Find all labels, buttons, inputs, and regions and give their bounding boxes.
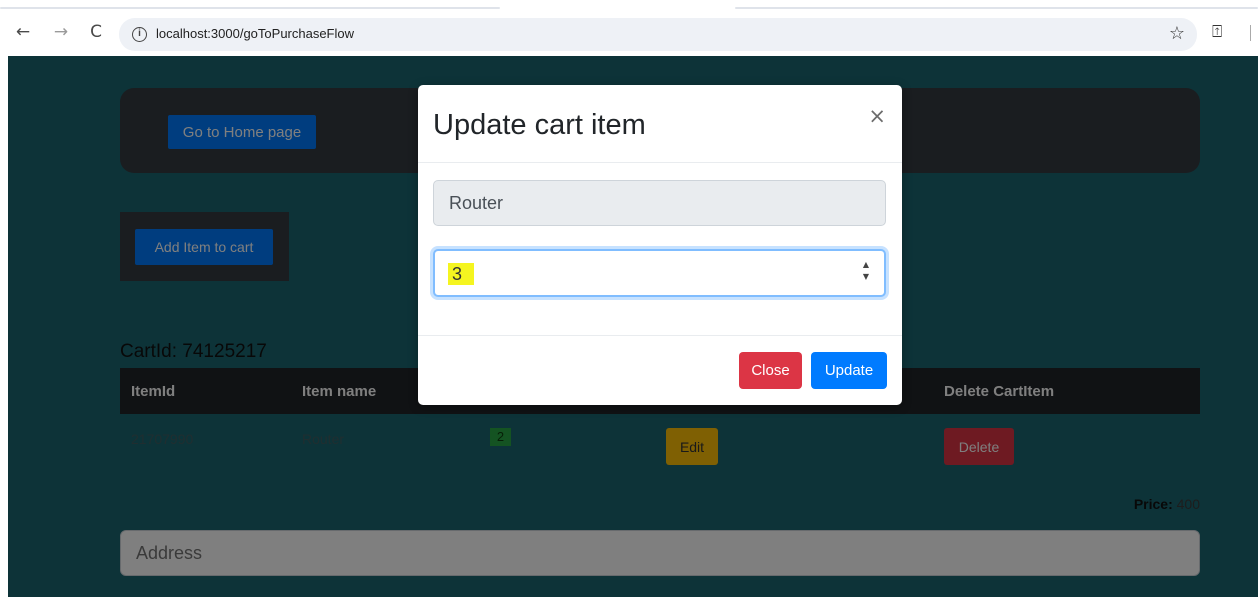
modal-title: Update cart item: [433, 109, 646, 141]
stepper-up-icon[interactable]: ▲: [861, 259, 871, 271]
browser-toolbar: ← → C i localhost:3000/goToPurchaseFlow …: [0, 0, 1258, 56]
tab-strip-edge: [0, 7, 500, 9]
update-cart-item-modal: Update cart item × Router 3 ▲ ▼ Close Up…: [418, 85, 902, 405]
item-name-readonly-field: Router: [433, 180, 886, 226]
modal-header: Update cart item ×: [418, 85, 902, 163]
address-bar[interactable]: i localhost:3000/goToPurchaseFlow ☆: [119, 18, 1197, 51]
modal-close-icon[interactable]: ×: [868, 104, 886, 128]
url-text[interactable]: localhost:3000/goToPurchaseFlow: [156, 26, 354, 41]
extensions-icon[interactable]: ⍐: [1212, 22, 1222, 42]
bookmark-star-icon[interactable]: ☆: [1169, 23, 1185, 44]
update-button[interactable]: Update: [811, 352, 887, 389]
tab-strip-edge: [735, 7, 1258, 9]
stepper-down-icon[interactable]: ▼: [861, 271, 871, 283]
forward-arrow-icon[interactable]: →: [52, 22, 70, 42]
modal-footer: Close Update: [418, 335, 902, 405]
quantity-value[interactable]: 3: [448, 263, 475, 285]
close-button[interactable]: Close: [739, 352, 802, 389]
quantity-stepper[interactable]: ▲ ▼: [861, 259, 871, 287]
reload-icon[interactable]: C: [87, 22, 105, 42]
site-info-icon[interactable]: i: [132, 27, 147, 42]
back-arrow-icon[interactable]: ←: [14, 22, 32, 42]
toolbar-divider: [1250, 25, 1251, 41]
quantity-input[interactable]: 3 ▲ ▼: [433, 249, 886, 297]
